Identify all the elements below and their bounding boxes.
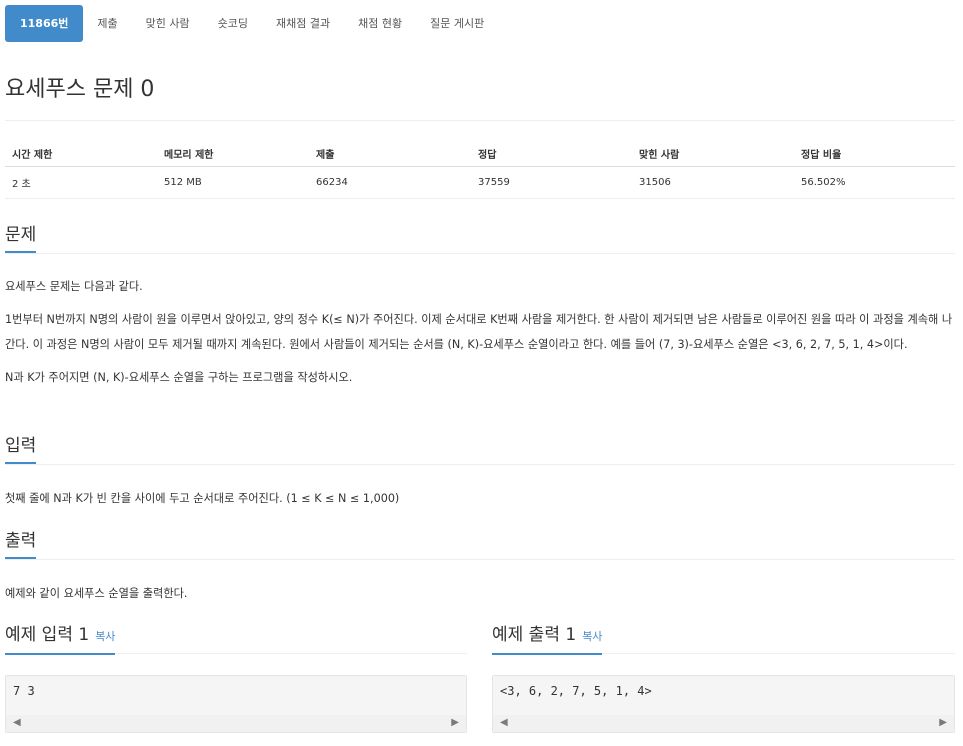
- problem-nav-tabs: 11866번 제출 맞힌 사람 숏코딩 재채점 결과 채점 현황 질문 게시판: [5, 5, 498, 42]
- page-title: 요세푸스 문제 0: [5, 77, 155, 102]
- sample-input-codebox: 7 3 ◀ ▶: [5, 675, 467, 733]
- scroll-right-arrow-icon[interactable]: ▶: [451, 717, 459, 728]
- input-section: 입력 첫째 줄에 N과 K가 빈 칸을 사이에 두고 순서대로 주어진다. (1…: [5, 435, 955, 511]
- table-header-cell: 메모리 제한: [157, 140, 309, 167]
- sample-output-code: <3, 6, 2, 7, 5, 1, 4>: [500, 684, 652, 698]
- table-header-cell: 맞힌 사람: [632, 140, 794, 167]
- section-heading: 문제: [5, 224, 37, 253]
- problem-description-section: 문제 요세푸스 문제는 다음과 같다. 1번부터 N번까지 N명의 사람이 원을…: [5, 224, 955, 390]
- solved-users-value: 31506: [632, 166, 794, 199]
- section-header: 입력: [5, 435, 955, 465]
- scroll-left-arrow-icon[interactable]: ◀: [500, 717, 508, 728]
- copy-sample-output-button[interactable]: 복사: [582, 630, 602, 643]
- horizontal-scrollbar[interactable]: ◀ ▶: [6, 715, 466, 732]
- sample-input-code: 7 3: [13, 684, 35, 698]
- table-header-cell: 정답 비율: [794, 140, 955, 167]
- horizontal-scrollbar[interactable]: ◀ ▶: [493, 715, 954, 732]
- sample-output-heading: 예제 출력 1: [492, 625, 577, 645]
- accepted-value: 37559: [471, 166, 632, 199]
- section-header: 문제: [5, 224, 955, 254]
- table-header-cell: 시간 제한: [5, 140, 157, 167]
- sample-input-heading: 예제 입력 1: [5, 625, 90, 645]
- tab-rejudge-results[interactable]: 재채점 결과: [262, 5, 344, 42]
- section-header: 예제 출력 1 복사: [492, 624, 955, 655]
- section-heading: 예제 출력 1 복사: [492, 624, 603, 655]
- tab-qna-board[interactable]: 질문 게시판: [416, 5, 498, 42]
- submissions-value: 66234: [309, 166, 471, 199]
- section-header: 출력: [5, 530, 955, 560]
- tab-short-coding[interactable]: 숏코딩: [204, 5, 262, 42]
- description-paragraph: 1번부터 N번까지 N명의 사람이 원을 이루면서 앉아있고, 양의 정수 K(…: [5, 313, 953, 351]
- scroll-left-arrow-icon[interactable]: ◀: [13, 717, 21, 728]
- copy-sample-input-button[interactable]: 복사: [95, 630, 115, 643]
- problem-info-table: 시간 제한 메모리 제한 제출 정답 맞힌 사람 정답 비율 2 초 512 M…: [5, 140, 955, 199]
- scroll-right-arrow-icon[interactable]: ▶: [939, 717, 947, 728]
- input-description: 첫째 줄에 N과 K가 빈 칸을 사이에 두고 순서대로 주어진다. (1 ≤ …: [5, 492, 400, 505]
- accept-ratio-value: 56.502%: [794, 166, 955, 199]
- tab-status[interactable]: 채점 현황: [344, 5, 416, 42]
- table-header-cell: 제출: [309, 140, 471, 167]
- tab-submit[interactable]: 제출: [83, 5, 131, 42]
- table-header-cell: 정답: [471, 140, 632, 167]
- sample-output-section: 예제 출력 1 복사 <3, 6, 2, 7, 5, 1, 4> ◀ ▶: [492, 624, 955, 736]
- output-description: 예제와 같이 요세푸스 순열을 출력한다.: [5, 587, 188, 600]
- tab-problem[interactable]: 11866번: [5, 5, 84, 42]
- description-paragraph: N과 K가 주어지면 (N, K)-요세푸스 순열을 구하는 프로그램을 작성하…: [5, 371, 353, 384]
- time-limit-value: 2 초: [5, 166, 157, 199]
- title-area: 요세푸스 문제 0: [5, 68, 955, 121]
- sample-input-section: 예제 입력 1 복사 7 3 ◀ ▶: [5, 624, 467, 736]
- table-header-row: 시간 제한 메모리 제한 제출 정답 맞힌 사람 정답 비율: [5, 140, 955, 167]
- table-row: 2 초 512 MB 66234 37559 31506 56.502%: [5, 166, 955, 199]
- output-section: 출력 예제와 같이 요세푸스 순열을 출력한다.: [5, 530, 955, 606]
- section-heading: 예제 입력 1 복사: [5, 624, 116, 655]
- section-heading: 출력: [5, 530, 37, 559]
- section-heading: 입력: [5, 435, 37, 464]
- tab-solved-users[interactable]: 맞힌 사람: [132, 5, 204, 42]
- description-paragraph: 요세푸스 문제는 다음과 같다.: [5, 280, 143, 293]
- memory-limit-value: 512 MB: [157, 166, 309, 199]
- section-header: 예제 입력 1 복사: [5, 624, 467, 655]
- sample-output-codebox: <3, 6, 2, 7, 5, 1, 4> ◀ ▶: [492, 675, 955, 733]
